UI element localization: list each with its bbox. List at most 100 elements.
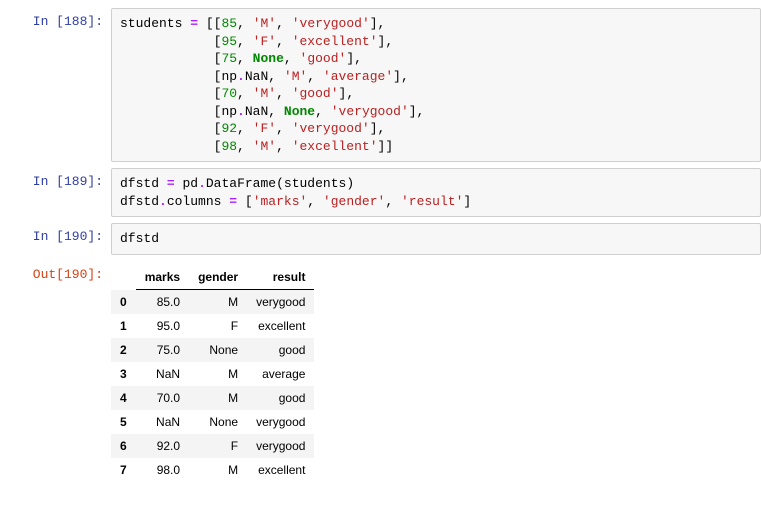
code-token-punc: , [276, 16, 284, 31]
table-cell: verygood [247, 434, 314, 458]
code-token-kw: None [253, 51, 284, 66]
code-token-punc: , [237, 139, 245, 154]
column-header: result [247, 265, 314, 290]
table-cell: excellent [247, 314, 314, 338]
code-cell: In [188]: students = [[85, 'M', 'verygoo… [8, 8, 761, 162]
code-token-str: 'M' [253, 16, 276, 31]
table-cell: None [189, 410, 247, 434]
table-cell: F [189, 314, 247, 338]
code-token-str: 'good' [292, 86, 339, 101]
code-token-punc: , [268, 104, 276, 119]
code-token-var: pd [182, 176, 198, 191]
code-cell: In [190]: dfstd [8, 223, 761, 255]
code-token-str: 'M' [253, 139, 276, 154]
table-cell: NaN [136, 410, 189, 434]
row-index: 3 [111, 362, 136, 386]
table-cell: good [247, 338, 314, 362]
code-token-punc: , [385, 194, 393, 209]
table-cell: 75.0 [136, 338, 189, 362]
table-cell: F [189, 434, 247, 458]
output-cell: Out[190]: marksgenderresult 085.0Mverygo… [8, 261, 761, 486]
table-row: 5NaNNoneverygood [111, 410, 314, 434]
table-row: 798.0Mexcellent [111, 458, 314, 482]
code-token-op: . [237, 104, 245, 119]
row-index: 2 [111, 338, 136, 362]
table-cell: M [189, 362, 247, 386]
code-token-punc: ] [463, 194, 471, 209]
code-token-punc: ], [409, 104, 425, 119]
code-token-var: dfstd [120, 194, 159, 209]
table-row: 085.0Mverygood [111, 290, 314, 315]
code-token-punc: [ [245, 194, 253, 209]
code-token-punc: , [276, 139, 284, 154]
code-input[interactable]: students = [[85, 'M', 'verygood'], [95, … [111, 8, 761, 162]
code-token-punc: ], [378, 34, 394, 49]
code-token-var: dfstd [120, 231, 159, 246]
code-token-kw: None [284, 104, 315, 119]
code-token-var: students [284, 176, 346, 191]
code-token-punc: [[ [206, 16, 222, 31]
code-token-punc: ]] [378, 139, 394, 154]
code-token-var: np [221, 104, 237, 119]
table-cell: excellent [247, 458, 314, 482]
code-token-str: 'excellent' [292, 34, 378, 49]
table-row: 3NaNMaverage [111, 362, 314, 386]
code-token-punc: ], [339, 86, 355, 101]
table-cell: 98.0 [136, 458, 189, 482]
code-token-punc: , [237, 34, 245, 49]
code-token-punc: , [237, 51, 245, 66]
code-token-punc: ], [346, 51, 362, 66]
code-input[interactable]: dfstd [111, 223, 761, 255]
code-token-op: = [190, 16, 198, 31]
code-token-punc: ], [393, 69, 409, 84]
code-token-op: . [198, 176, 206, 191]
table-cell: good [247, 386, 314, 410]
code-token-str: 'result' [401, 194, 463, 209]
code-token-op: . [237, 69, 245, 84]
code-token-str: 'F' [253, 121, 276, 136]
table-cell: 70.0 [136, 386, 189, 410]
code-token-num: 70 [221, 86, 237, 101]
code-input[interactable]: dfstd = pd.DataFrame(students) dfstd.col… [111, 168, 761, 217]
code-token-num: 85 [221, 16, 237, 31]
output-area: marksgenderresult 085.0Mverygood195.0Fex… [111, 261, 761, 486]
row-index: 0 [111, 290, 136, 315]
code-token-punc: , [237, 121, 245, 136]
table-cell: 95.0 [136, 314, 189, 338]
code-token-str: 'good' [300, 51, 347, 66]
code-token-num: 98 [221, 139, 237, 154]
code-token-var: np [221, 69, 237, 84]
code-token-str: 'verygood' [331, 104, 409, 119]
table-corner [111, 265, 136, 290]
code-token-punc: , [276, 86, 284, 101]
table-cell: 85.0 [136, 290, 189, 315]
code-token-str: 'marks' [253, 194, 308, 209]
code-token-str: 'verygood' [292, 121, 370, 136]
row-index: 1 [111, 314, 136, 338]
column-header: marks [136, 265, 189, 290]
code-token-var: NaN [245, 69, 268, 84]
dataframe-table: marksgenderresult 085.0Mverygood195.0Fex… [111, 265, 314, 482]
code-token-str: 'average' [323, 69, 393, 84]
code-token-punc: ) [346, 176, 354, 191]
code-token-punc: ], [370, 121, 386, 136]
code-token-op: = [229, 194, 237, 209]
code-token-str: 'M' [284, 69, 307, 84]
code-token-str: 'verygood' [292, 16, 370, 31]
table-cell: M [189, 458, 247, 482]
code-token-punc: , [307, 69, 315, 84]
code-token-str: 'F' [253, 34, 276, 49]
table-cell: verygood [247, 290, 314, 315]
table-cell: verygood [247, 410, 314, 434]
table-row: 275.0Nonegood [111, 338, 314, 362]
table-row: 195.0Fexcellent [111, 314, 314, 338]
table-row: 692.0Fverygood [111, 434, 314, 458]
code-token-punc: ( [276, 176, 284, 191]
row-index: 7 [111, 458, 136, 482]
output-prompt: Out[190]: [8, 261, 111, 486]
code-token-var: students [120, 16, 182, 31]
table-cell: NaN [136, 362, 189, 386]
row-index: 6 [111, 434, 136, 458]
table-cell: M [189, 386, 247, 410]
row-index: 5 [111, 410, 136, 434]
